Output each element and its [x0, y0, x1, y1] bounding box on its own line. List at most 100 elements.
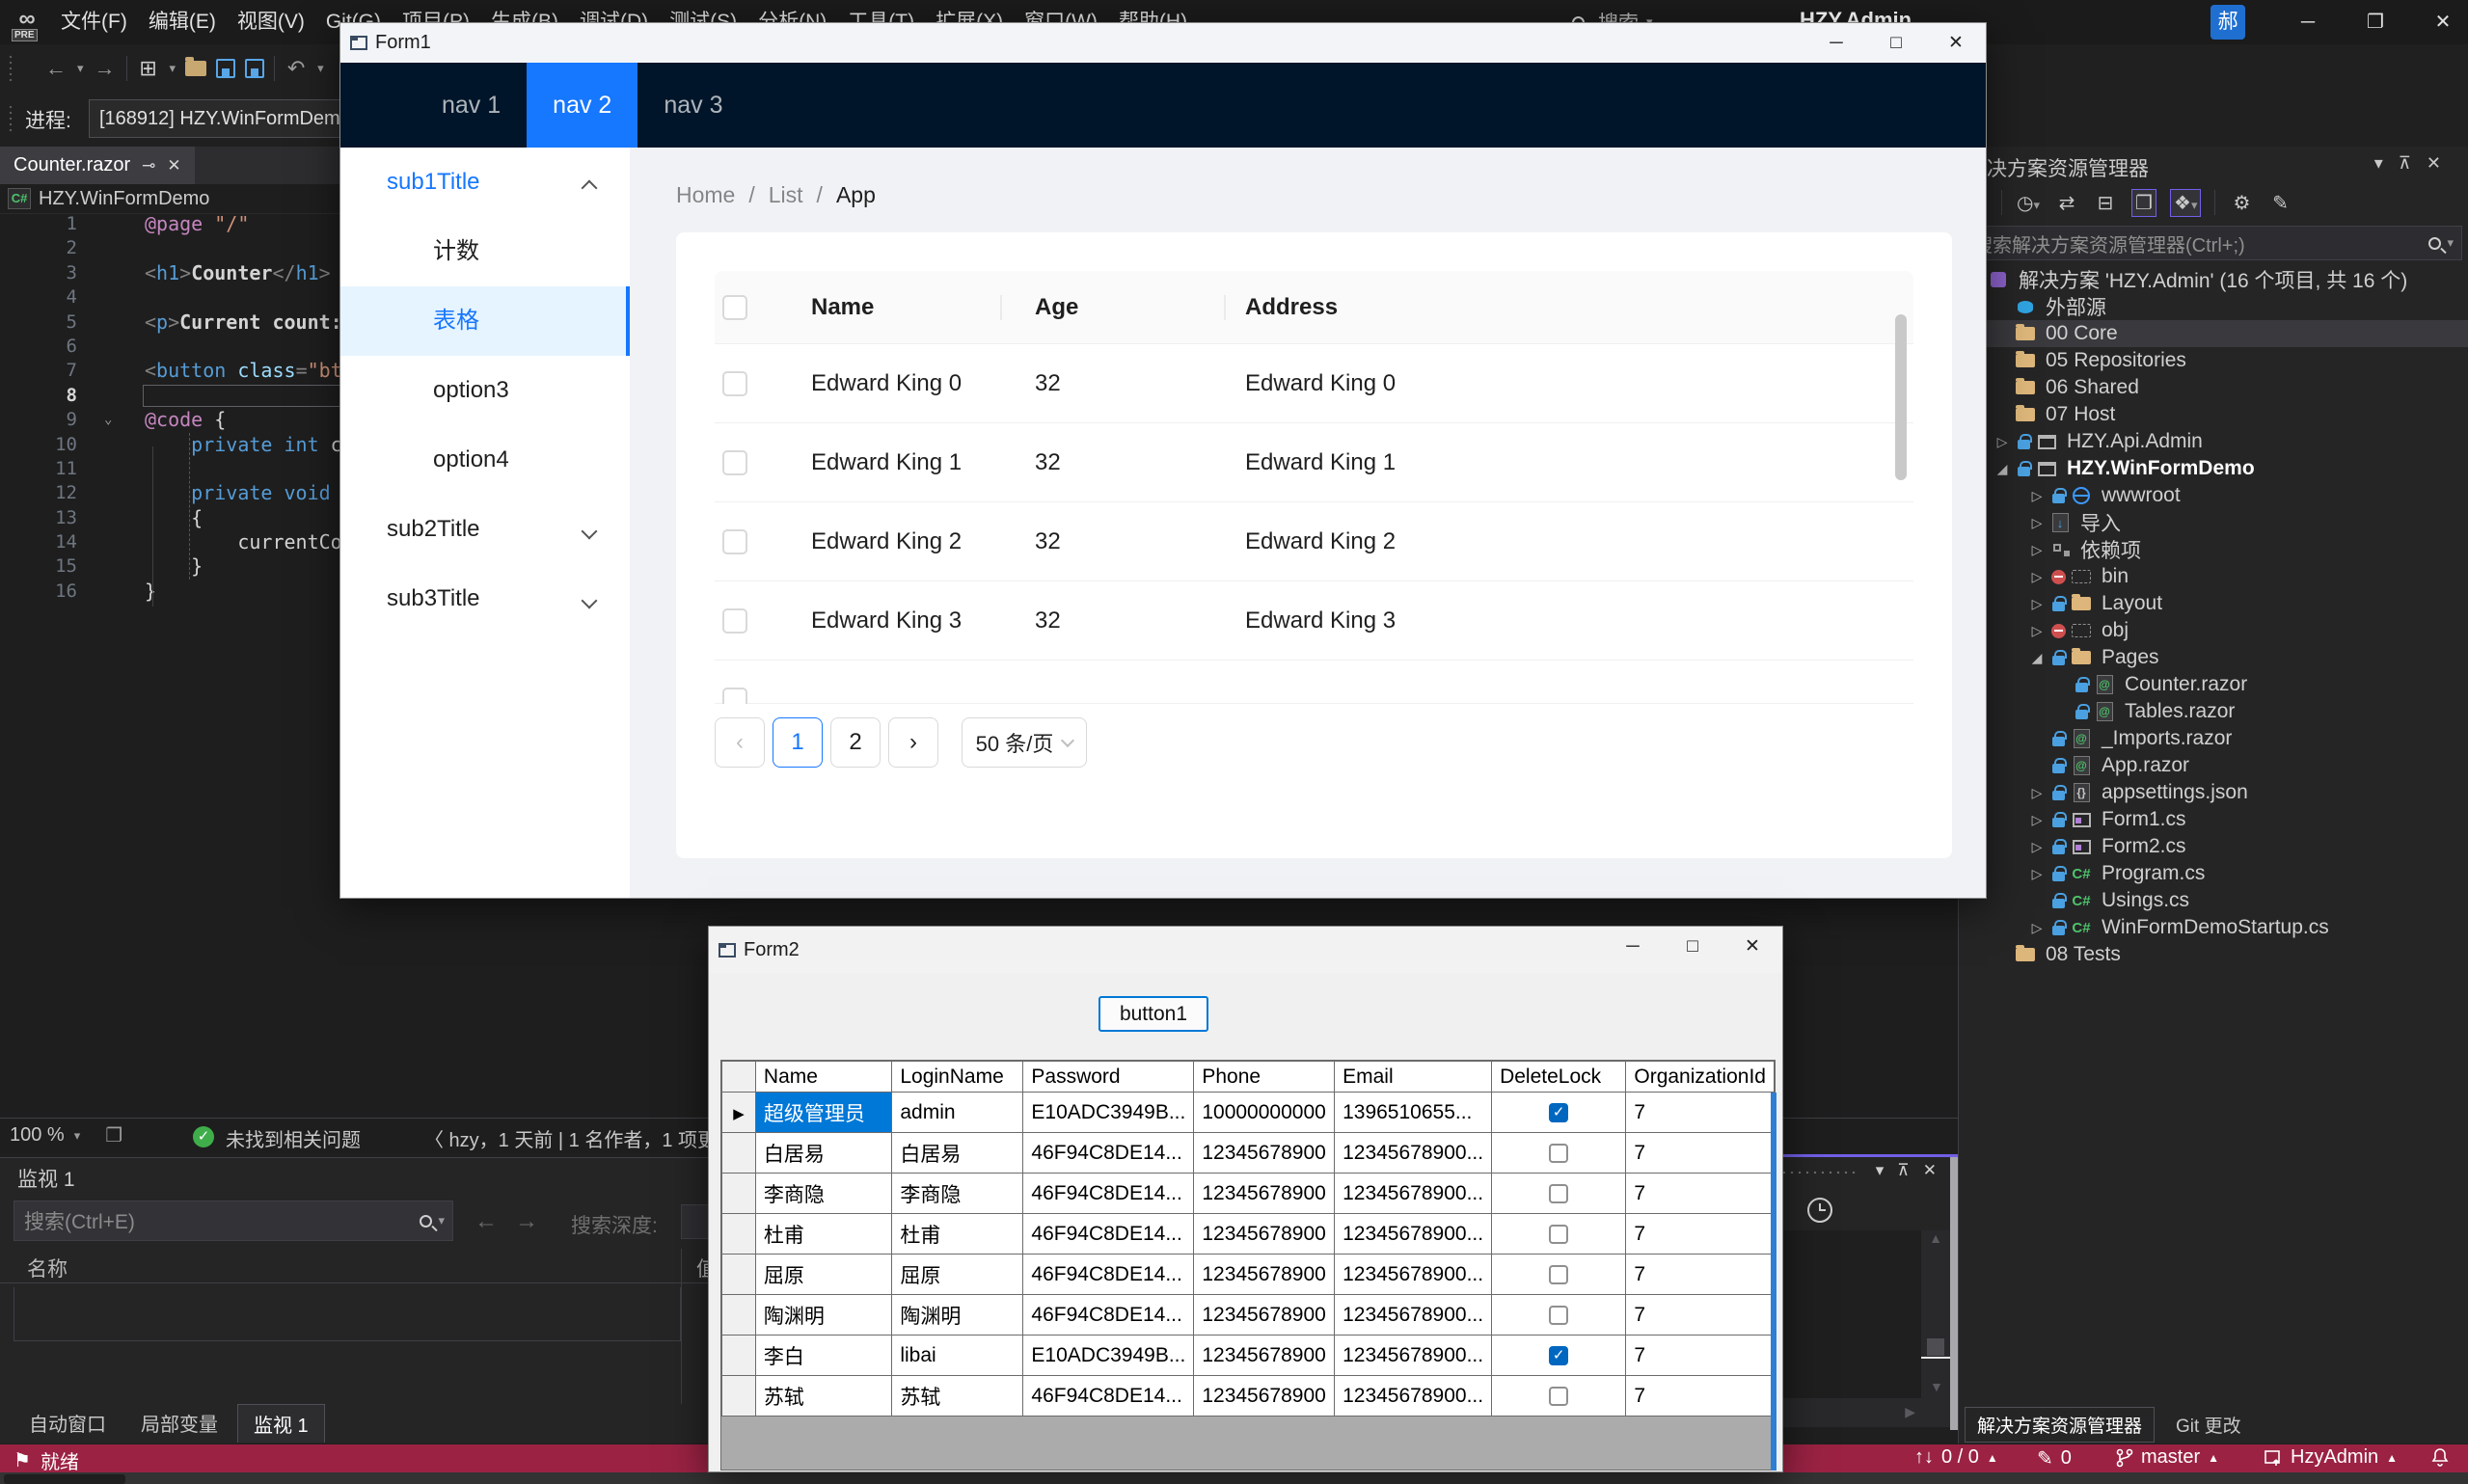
- chevron-down-icon[interactable]: ▾: [2447, 235, 2454, 251]
- grid-row-白居易[interactable]: 白居易白居易46F94C8DE14...12345678900123456789…: [722, 1133, 1775, 1174]
- grid-cell-email[interactable]: 12345678900...: [1335, 1376, 1492, 1417]
- grid-cell-name[interactable]: 杜甫: [755, 1214, 891, 1255]
- grid-col-Password[interactable]: Password: [1023, 1062, 1194, 1093]
- grid-cell-password[interactable]: 46F94C8DE14...: [1023, 1174, 1194, 1214]
- grid-cell-email[interactable]: 12345678900...: [1335, 1336, 1492, 1376]
- checkbox-unchecked[interactable]: [1549, 1225, 1568, 1244]
- grid-cell-email[interactable]: 12345678900...: [1335, 1214, 1492, 1255]
- watch-tab-局部变量[interactable]: 局部变量: [125, 1404, 233, 1442]
- tree-chevron-icon[interactable]: ▷: [2026, 839, 2048, 855]
- grid-cell-password[interactable]: 46F94C8DE14...: [1023, 1214, 1194, 1255]
- preview-selected-icon[interactable]: ✎: [2267, 191, 2292, 215]
- tree-chevron-icon[interactable]: ▷: [2026, 812, 2048, 828]
- avatar[interactable]: 郝: [2210, 5, 2245, 40]
- grid-row-header[interactable]: [722, 1174, 756, 1214]
- grid-cell-organizationid[interactable]: 7: [1626, 1295, 1775, 1336]
- checkbox-checked[interactable]: ✓: [1549, 1346, 1568, 1365]
- chevron-down-icon[interactable]: ▾: [438, 1213, 445, 1228]
- tree-chevron-icon[interactable]: ▷: [2026, 785, 2048, 801]
- grid-cell-password[interactable]: 46F94C8DE14...: [1023, 1295, 1194, 1336]
- grid-cell-login[interactable]: admin: [892, 1093, 1023, 1133]
- form1-titlebar[interactable]: Form1 ─ □ ✕: [340, 23, 1986, 63]
- pagination-next-button[interactable]: ›: [888, 717, 938, 768]
- grid-cell-name[interactable]: 李白: [755, 1336, 891, 1376]
- grid-cell-phone[interactable]: 12345678900: [1194, 1214, 1335, 1255]
- tree-chevron-icon[interactable]: ▷: [2026, 488, 2048, 504]
- tree-item-06 Shared[interactable]: 06 Shared: [1959, 374, 2468, 401]
- grid-cell-deletelock[interactable]: [1492, 1255, 1626, 1295]
- tree-item-HZY.Api.Admin[interactable]: ▷HZY.Api.Admin: [1959, 428, 2468, 455]
- grid-row-陶渊明[interactable]: 陶渊明陶渊明46F94C8DE14...12345678900123456789…: [722, 1295, 1775, 1336]
- col-age[interactable]: Age: [1035, 271, 1078, 344]
- breadcrumb-List[interactable]: List: [769, 182, 823, 208]
- form2-titlebar[interactable]: Form2 ─ □ ✕: [709, 927, 1782, 973]
- undo-icon[interactable]: ↶: [285, 56, 308, 81]
- grid-cell-login[interactable]: 陶渊明: [892, 1295, 1023, 1336]
- tree-chevron-icon[interactable]: ▷: [2026, 623, 2048, 639]
- grid-col-Name[interactable]: Name: [755, 1062, 891, 1093]
- tree-item-Tables.razor[interactable]: @Tables.razor: [1959, 698, 2468, 725]
- grid-cell-organizationid[interactable]: 7: [1626, 1133, 1775, 1174]
- grid-col-rowheader[interactable]: [722, 1062, 756, 1093]
- close-button[interactable]: ✕: [1722, 927, 1782, 973]
- menu-item-编辑(E)[interactable]: 编辑(E): [138, 0, 227, 44]
- watch-nav-arrows[interactable]: ←→: [475, 1208, 556, 1235]
- grid-row-李白[interactable]: 李白libaiE10ADC3949B...1234567890012345678…: [722, 1336, 1775, 1376]
- tree-item-Program.cs[interactable]: ▷C#Program.cs: [1959, 860, 2468, 887]
- nav-tab-nav-3[interactable]: nav 3: [637, 63, 748, 148]
- page-size-select[interactable]: 50 条/页: [962, 717, 1087, 768]
- row-checkbox[interactable]: [722, 450, 747, 475]
- grid-table[interactable]: NameLoginNamePasswordPhoneEmailDeleteLoc…: [721, 1061, 1775, 1417]
- grid-row-苏轼[interactable]: 苏轼苏轼46F94C8DE14...1234567890012345678900…: [722, 1376, 1775, 1417]
- table-row-partial[interactable]: [715, 661, 1913, 704]
- table-row[interactable]: Edward King 232Edward King 2: [715, 502, 1913, 581]
- menu-item-文件(F)[interactable]: 文件(F): [50, 0, 138, 44]
- grid-cell-deletelock[interactable]: [1492, 1295, 1626, 1336]
- health-check-icon[interactable]: ✓: [193, 1126, 214, 1147]
- grid-cell-deletelock[interactable]: ✓: [1492, 1336, 1626, 1376]
- grid-cell-name[interactable]: 李商隐: [755, 1174, 891, 1214]
- table-row[interactable]: Edward King 032Edward King 0: [715, 344, 1913, 423]
- grid-cell-organizationid[interactable]: 7: [1626, 1376, 1775, 1417]
- zoom-control[interactable]: 100 % ▾ ❐: [10, 1123, 122, 1147]
- grid-cell-login[interactable]: 白居易: [892, 1133, 1023, 1174]
- close-button[interactable]: ✕: [1926, 23, 1986, 63]
- tree-item-obj[interactable]: ▷obj: [1959, 617, 2468, 644]
- row-checkbox[interactable]: [722, 688, 747, 704]
- grid-row-header[interactable]: [722, 1295, 756, 1336]
- checkbox-unchecked[interactable]: [1549, 1387, 1568, 1406]
- grid-cell-password[interactable]: 46F94C8DE14...: [1023, 1376, 1194, 1417]
- tree-item-_Imports.razor[interactable]: @_Imports.razor: [1959, 725, 2468, 752]
- watch-search-input[interactable]: 搜索(Ctrl+E) ▾: [14, 1201, 453, 1241]
- breadcrumb-App[interactable]: App: [836, 182, 889, 208]
- grid-row-header[interactable]: [722, 1133, 756, 1174]
- properties-window-icon[interactable]: ❐: [2131, 189, 2156, 217]
- grid-row-杜甫[interactable]: 杜甫杜甫46F94C8DE14...1234567890012345678900…: [722, 1214, 1775, 1255]
- grid-cell-deletelock[interactable]: [1492, 1376, 1626, 1417]
- tree-item-wwwroot[interactable]: ▷wwwroot: [1959, 482, 2468, 509]
- tree-item-appsettings.json[interactable]: ▷{}appsettings.json: [1959, 779, 2468, 806]
- sidebar-group-sub1Title[interactable]: sub1Title: [340, 148, 630, 217]
- tree-item-HZY.WinFormDemo[interactable]: ◢HZY.WinFormDemo: [1959, 455, 2468, 482]
- grid-row-李商隐[interactable]: 李商隐李商隐46F94C8DE14...12345678900123456789…: [722, 1174, 1775, 1214]
- grid-cell-phone[interactable]: 12345678900: [1194, 1376, 1335, 1417]
- grid-cell-email[interactable]: 12345678900...: [1335, 1255, 1492, 1295]
- grid-cell-deletelock[interactable]: [1492, 1133, 1626, 1174]
- select-all-checkbox[interactable]: [722, 295, 747, 320]
- grid-cell-phone[interactable]: 12345678900: [1194, 1255, 1335, 1295]
- col-name[interactable]: Name: [811, 271, 874, 344]
- grid-cell-login[interactable]: 李商隐: [892, 1174, 1023, 1214]
- tree-item-Layout[interactable]: ▷Layout: [1959, 590, 2468, 617]
- table-row[interactable]: Edward King 332Edward King 3: [715, 581, 1913, 661]
- tree-item-Form2.cs[interactable]: ▷Form2.cs: [1959, 833, 2468, 860]
- grid-cell-phone[interactable]: 12345678900: [1194, 1174, 1335, 1214]
- grid-cell-organizationid[interactable]: 7: [1626, 1255, 1775, 1295]
- tree-chevron-icon[interactable]: ▷: [2026, 596, 2048, 612]
- grid-cell-email[interactable]: 12345678900...: [1335, 1174, 1492, 1214]
- tree-chevron-icon[interactable]: ▷: [2026, 920, 2048, 936]
- tree-item-解决方案 'HZY.Admin' (16 个项目, 共 16 个)[interactable]: 解决方案 'HZY.Admin' (16 个项目, 共 16 个): [1959, 266, 2468, 293]
- checkbox-unchecked[interactable]: [1549, 1306, 1568, 1325]
- grid-cell-organizationid[interactable]: 7: [1626, 1336, 1775, 1376]
- chevron-down-icon[interactable]: ▾: [77, 61, 84, 76]
- grid-cell-organizationid[interactable]: 7: [1626, 1093, 1775, 1133]
